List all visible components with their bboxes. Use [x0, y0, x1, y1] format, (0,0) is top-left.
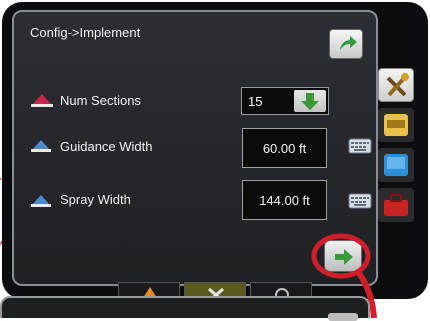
- lower-panel-button[interactable]: [328, 313, 358, 321]
- lower-panel: [0, 296, 370, 318]
- highlight-circle: [311, 233, 371, 279]
- highlight-callout: [311, 233, 377, 318]
